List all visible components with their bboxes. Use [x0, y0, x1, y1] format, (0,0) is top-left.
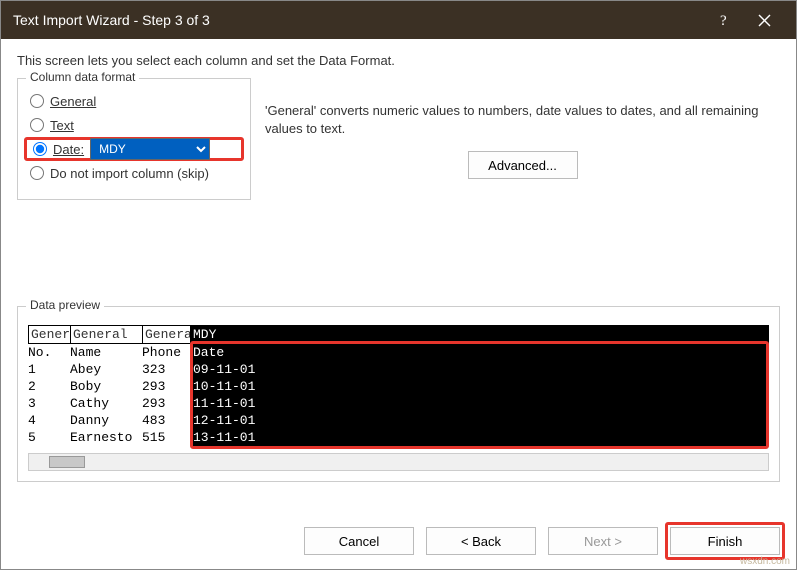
advanced-button[interactable]: Advanced... [468, 151, 578, 179]
radio-skip-label: Do not import column (skip) [50, 166, 209, 181]
radio-date[interactable] [33, 142, 47, 156]
help-icon: ? [718, 12, 730, 28]
col-header[interactable]: Genera [143, 326, 191, 343]
preview-legend: Data preview [26, 298, 104, 312]
radio-skip[interactable] [30, 166, 44, 180]
col-header[interactable]: General [71, 326, 143, 343]
radio-general-label: General [50, 94, 96, 109]
close-button[interactable] [744, 1, 784, 39]
format-description: 'General' converts numeric values to num… [265, 102, 780, 137]
radio-skip-row[interactable]: Do not import column (skip) [30, 161, 238, 185]
col-header[interactable]: Gener [29, 326, 71, 343]
radio-date-label: Date: [53, 142, 84, 157]
preview-col-3-selected[interactable]: Date 09-11-01 10-11-01 11-11-01 12-11-01… [193, 344, 766, 446]
radio-text-row[interactable]: Text [30, 113, 238, 137]
radio-general-row[interactable]: General [30, 89, 238, 113]
preview-col-0: No. 1 2 3 4 5 [28, 344, 70, 449]
column-data-format-group: Column data format General Text Date: MD… [17, 78, 251, 200]
text-import-wizard-dialog: Text Import Wizard - Step 3 of 3 ? This … [0, 0, 797, 570]
watermark: wsxdn.com [740, 556, 790, 567]
scrollbar-thumb[interactable] [49, 456, 85, 468]
radio-general[interactable] [30, 94, 44, 108]
next-button: Next > [548, 527, 658, 555]
horizontal-scrollbar[interactable] [28, 453, 769, 471]
preview-area: Gener General Genera MDY No. 1 2 3 4 5 N… [28, 325, 769, 449]
radio-text-label: Text [50, 118, 74, 133]
date-format-select[interactable]: MDY [90, 138, 210, 160]
radio-text[interactable] [30, 118, 44, 132]
close-icon [758, 14, 771, 27]
preview-col-2: Phone 323 293 293 483 515 [142, 344, 190, 449]
svg-text:?: ? [720, 13, 727, 28]
back-button[interactable]: < Back [426, 527, 536, 555]
preview-data-rows: No. 1 2 3 4 5 Name Abey Boby Cathy Danny… [28, 344, 769, 449]
cancel-button[interactable]: Cancel [304, 527, 414, 555]
finish-button[interactable]: Finish [670, 527, 780, 555]
format-description-area: 'General' converts numeric values to num… [265, 78, 780, 206]
dialog-title: Text Import Wizard - Step 3 of 3 [13, 12, 704, 28]
data-preview-group: Data preview Gener General Genera MDY No… [17, 306, 780, 482]
titlebar: Text Import Wizard - Step 3 of 3 ? [1, 1, 796, 39]
dialog-button-row: Cancel < Back Next > Finish [1, 517, 796, 569]
radio-date-row[interactable]: Date: MDY [24, 137, 244, 161]
help-button[interactable]: ? [704, 1, 744, 39]
instruction-text: This screen lets you select each column … [17, 53, 780, 68]
dialog-content: This screen lets you select each column … [1, 39, 796, 517]
preview-col-1: Name Abey Boby Cathy Danny Earnesto [70, 344, 142, 449]
format-legend: Column data format [26, 70, 139, 84]
